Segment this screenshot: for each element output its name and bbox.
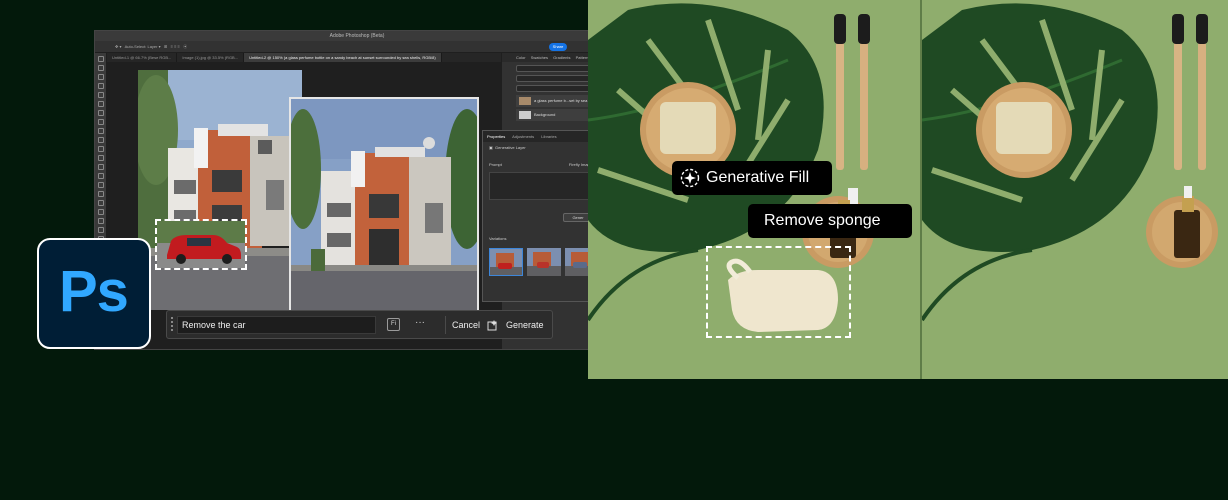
move-tool-options: ✥ ▾ Auto-Select: Layer ▾ ⊞ ≡ ≡ ≡ ⦿ [115,44,188,49]
type-tool-icon[interactable] [97,200,104,206]
pen-tool-icon[interactable] [97,191,104,197]
original-building-photo [138,70,302,310]
tab-libraries[interactable]: Libraries [541,134,556,139]
variation-thumbnail-1[interactable] [489,248,523,276]
photoshop-logo: Ps [37,238,151,349]
window-title: Adobe Photoshop (Beta) [95,31,619,41]
stamp-tool-icon[interactable] [97,137,104,143]
move-tool-icon[interactable] [97,56,104,62]
tab-swatches[interactable]: Swatches [531,55,548,60]
tab-color[interactable]: Color [516,55,526,60]
variation-thumbnail-2[interactable] [527,248,561,276]
generative-fill-button[interactable]: Generative Fill [672,161,832,195]
result-document [289,97,479,312]
object-select-tool-icon[interactable] [97,83,104,89]
generative-fill-label: Generative Fill [706,169,810,186]
dodge-tool-icon[interactable] [97,182,104,188]
car-selection-marquee[interactable] [155,219,247,270]
generate-label: Generate [506,320,544,330]
sponge-selection-marquee[interactable] [706,246,851,338]
layer-type-row: ▣ Generative Layer [489,145,526,150]
generative-fill-sparkle-icon [680,168,700,188]
frame-tool-icon[interactable] [97,101,104,107]
healing-tool-icon[interactable] [97,119,104,125]
brush-tool-icon[interactable] [97,128,104,134]
doc-tab[interactable]: Image (1).jpg @ 33.5% (RGB... [177,53,245,62]
options-bar: ✥ ▾ Auto-Select: Layer ▾ ⊞ ≡ ≡ ≡ ⦿ Share [95,41,619,53]
tab-properties[interactable]: Properties [487,134,505,139]
layer-thumbnail [519,111,531,119]
share-button[interactable]: Share [549,43,567,51]
prompt-label: Prompt [489,162,502,167]
hand-tool-icon[interactable] [97,227,104,233]
lasso-tool-icon[interactable] [97,74,104,80]
gradient-tool-icon[interactable] [97,164,104,170]
blur-tool-icon[interactable] [97,173,104,179]
path-select-tool-icon[interactable] [97,209,104,215]
layer-thumbnail [519,97,531,105]
generate-icon [487,320,497,331]
ps-logo-text: Ps [59,259,129,324]
properties-panel: Properties Adjustments Libraries ▣ Gener… [482,130,599,302]
doc-tab-active[interactable]: Untitled-2 @ 150% (a glass perfume bottl… [244,53,442,62]
eyedropper-tool-icon[interactable] [97,110,104,116]
eraser-tool-icon[interactable] [97,155,104,161]
prompt-row: Prompt Firefly Image [483,159,598,170]
variations-label: Variations [489,236,507,241]
cancel-button[interactable]: Cancel [445,316,484,334]
history-brush-icon[interactable] [97,146,104,152]
drag-handle-icon[interactable] [170,317,174,333]
prompt-textarea[interactable] [489,172,592,200]
generate-button[interactable]: Generate [484,316,548,334]
tab-gradients[interactable]: Gradients [553,55,570,60]
doc-tab[interactable]: Untitled-1 @ 66.7% (Bese RGB... [107,53,178,62]
contextual-task-bar: Remove the car Fi ··· Cancel Generate [166,310,553,339]
tab-adjustments[interactable]: Adjustments [512,134,534,139]
generative-prompt-input[interactable]: Remove the car [177,316,376,334]
more-options-icon[interactable]: ··· [415,317,425,328]
properties-tabs: Properties Adjustments Libraries [483,131,598,142]
hero-banner: Adobe Photoshop (Beta) ✥ ▾ Auto-Select: … [0,0,1228,500]
remove-sponge-prompt: Remove sponge [748,204,912,238]
layer-name: Background [534,112,556,117]
flatlay-after-image [922,0,1228,379]
firefly-icon[interactable]: Fi [387,318,400,331]
layer-type-label: Generative Layer [495,145,526,150]
crop-tool-icon[interactable] [97,92,104,98]
marquee-tool-icon[interactable] [97,65,104,71]
shape-tool-icon[interactable] [97,218,104,224]
document-tabs: Untitled-1 @ 66.7% (Bese RGB... Image (1)… [107,53,511,62]
